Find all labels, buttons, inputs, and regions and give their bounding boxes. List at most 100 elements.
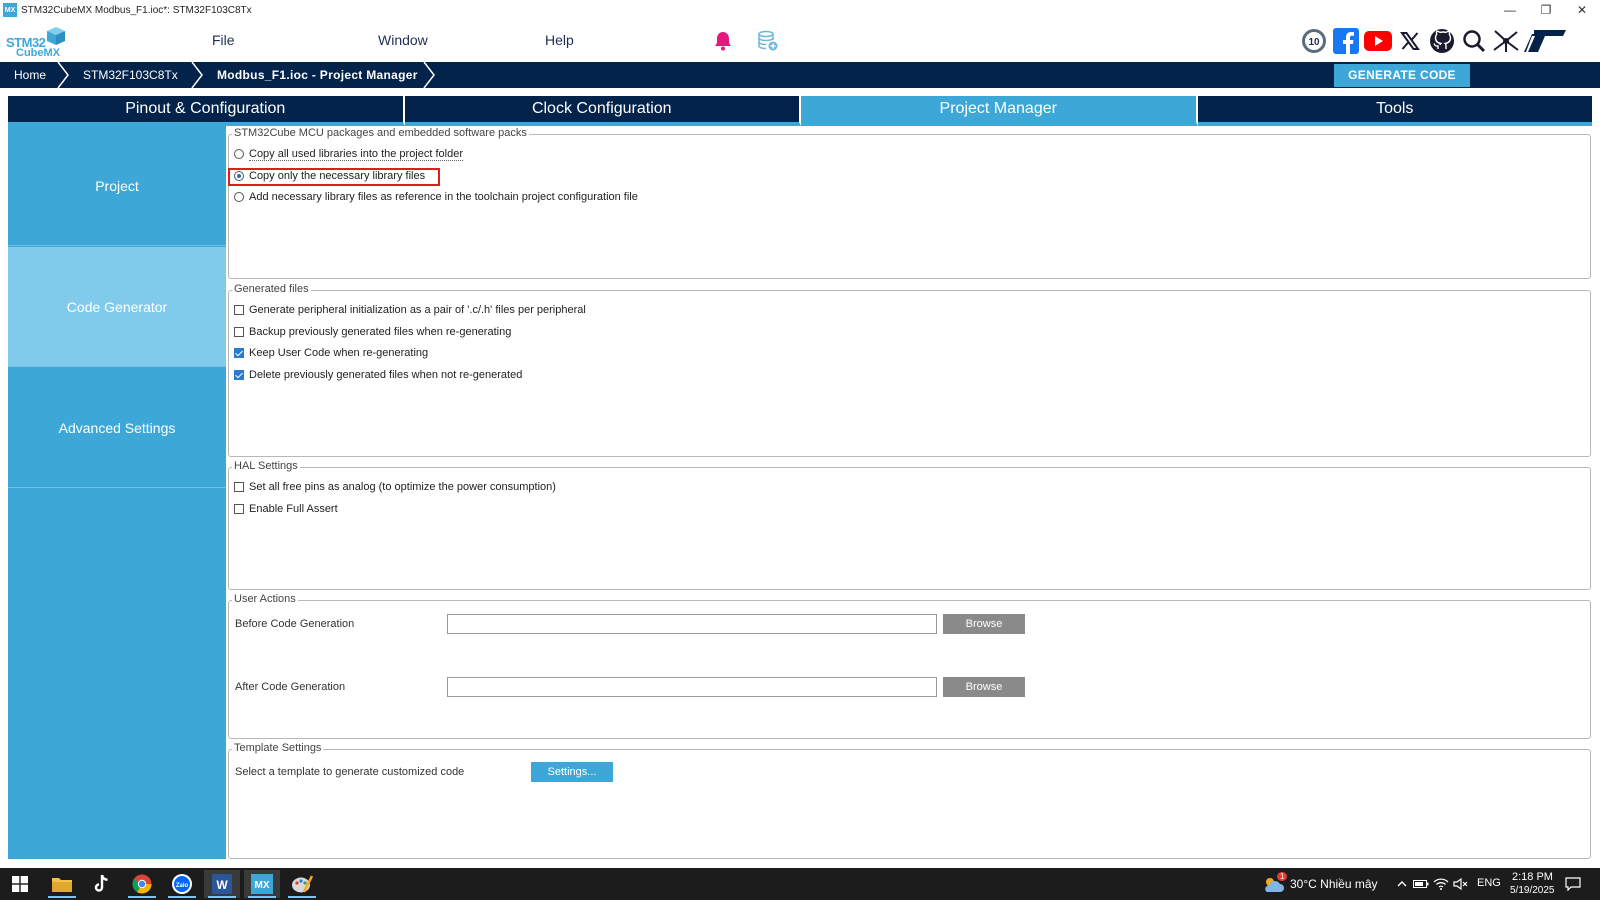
minimize-button[interactable]: — <box>1492 0 1528 20</box>
restore-button[interactable]: ❐ <box>1528 0 1564 20</box>
checkbox[interactable] <box>234 482 244 492</box>
generate-code-button[interactable]: GENERATE CODE <box>1334 64 1470 87</box>
breadcrumb-home[interactable]: Home <box>14 62 46 88</box>
notification-center-icon[interactable] <box>1560 870 1586 898</box>
menu-window[interactable]: Window <box>378 32 428 48</box>
tiktok-icon[interactable] <box>84 870 120 898</box>
stm32cubemx-window: MX STM32CubeMX Modbus_F1.ioc*: STM32F103… <box>0 0 1600 900</box>
sidenav-item-label: Project <box>95 177 139 194</box>
checkbox-backup-generated-files[interactable]: Backup previously generated files when r… <box>234 324 511 340</box>
chevron-right-icon <box>57 62 69 88</box>
zalo-label: Zalo <box>176 883 189 889</box>
radio-add-as-reference[interactable]: Add necessary library files as reference… <box>234 189 638 205</box>
chrome-icon[interactable] <box>124 870 160 898</box>
option-label: Delete previously generated files when n… <box>249 369 523 381</box>
close-button[interactable]: ✕ <box>1564 0 1600 20</box>
checkbox-delete-not-regenerated[interactable]: Delete previously generated files when n… <box>234 367 522 383</box>
word-label: W <box>216 878 228 892</box>
checkbox-keep-user-code[interactable]: Keep User Code when re-generating <box>234 345 428 361</box>
database-icon[interactable] <box>754 27 782 55</box>
zalo-icon[interactable]: Zalo <box>164 870 200 898</box>
checkbox-free-pins-analog[interactable]: Set all free pins as analog (to optimize… <box>234 479 556 495</box>
wifi-icon[interactable] <box>1432 870 1450 898</box>
highlight-annotation <box>228 168 440 186</box>
checkbox-enable-full-assert[interactable]: Enable Full Assert <box>234 501 338 517</box>
radio-button[interactable] <box>234 149 244 159</box>
search-community-icon[interactable] <box>1460 27 1488 55</box>
clock-time[interactable]: 2:18 PM <box>1512 871 1553 883</box>
template-settings-button[interactable]: Settings... <box>531 762 613 782</box>
template-label: Select a template to generate customized… <box>235 766 465 778</box>
breadcrumb-device[interactable]: STM32F103C8Tx <box>83 62 178 88</box>
option-label: Enable Full Assert <box>249 503 338 515</box>
sidenav-item-project[interactable]: Project <box>8 126 226 246</box>
menu-bar: STM32 CubeMX File Window Help 10 <box>0 20 1600 62</box>
generated-files-group: Generated files Generate peripheral init… <box>228 283 1591 457</box>
window-title: STM32CubeMX Modbus_F1.ioc*: STM32F103C8T… <box>21 4 252 16</box>
option-label: Add necessary library files as reference… <box>249 191 638 203</box>
after-code-generation-label: After Code Generation <box>235 681 346 693</box>
windows-taskbar: Zalo W MX 1 30°C Nhiều mây ENG 2:18 PM 5… <box>0 868 1600 900</box>
group-title: STM32Cube MCU packages and embedded soft… <box>232 127 529 139</box>
sidenav-item-code-generator[interactable]: Code Generator <box>8 247 226 367</box>
checkbox[interactable] <box>234 370 244 380</box>
user-actions-group: User Actions Before Code Generation Brow… <box>228 593 1591 739</box>
word-icon[interactable]: W <box>204 870 240 898</box>
browse-before-button[interactable]: Browse <box>943 614 1025 634</box>
main-tabs: Pinout & Configuration Clock Configurati… <box>8 96 1592 126</box>
radio-copy-all-libraries[interactable]: Copy all used libraries into the project… <box>234 146 464 162</box>
option-label: Generate peripheral initialization as a … <box>249 304 586 316</box>
github-icon[interactable] <box>1428 27 1456 55</box>
sidenav-item-advanced-settings[interactable]: Advanced Settings <box>8 368 226 488</box>
breadcrumb-current: Modbus_F1.ioc - Project Manager <box>217 68 418 82</box>
template-settings-group: Template Settings Select a template to g… <box>228 742 1591 859</box>
tab-clock-configuration[interactable]: Clock Configuration <box>404 96 801 126</box>
mx-label: MX <box>255 880 270 891</box>
st-logo-icon[interactable] <box>1524 27 1568 55</box>
before-code-generation-label: Before Code Generation <box>235 618 355 630</box>
svg-text:10: 10 <box>1308 37 1320 48</box>
group-title: HAL Settings <box>232 460 300 472</box>
group-title: Template Settings <box>232 742 324 754</box>
bell-icon[interactable] <box>709 27 737 55</box>
browse-after-button[interactable]: Browse <box>943 677 1025 697</box>
anniversary-badge-icon[interactable]: 10 <box>1300 27 1328 55</box>
group-title: User Actions <box>232 593 298 605</box>
file-explorer-icon[interactable] <box>44 870 80 898</box>
menu-help[interactable]: Help <box>545 32 574 48</box>
stm32cubemx-logo: STM32 CubeMX <box>6 25 68 59</box>
battery-icon[interactable] <box>1412 870 1430 898</box>
radio-button[interactable] <box>234 192 244 202</box>
checkbox[interactable] <box>234 504 244 514</box>
language-indicator[interactable]: ENG <box>1477 877 1501 889</box>
weather-text[interactable]: 30°C Nhiều mây <box>1290 877 1378 891</box>
tab-project-manager[interactable]: Project Manager <box>801 96 1198 126</box>
checkbox-pair-files-per-peripheral[interactable]: Generate peripheral initialization as a … <box>234 302 586 318</box>
clock-date[interactable]: 5/19/2025 <box>1510 885 1555 896</box>
youtube-icon[interactable] <box>1364 27 1392 55</box>
chevron-up-icon[interactable] <box>1394 870 1410 898</box>
x-twitter-icon[interactable] <box>1396 27 1424 55</box>
speaker-muted-icon[interactable] <box>1452 870 1470 898</box>
network-share-icon[interactable] <box>1492 27 1520 55</box>
menu-file[interactable]: File <box>212 32 235 48</box>
facebook-icon[interactable] <box>1332 27 1360 55</box>
after-code-generation-input[interactable] <box>447 677 937 697</box>
tab-pinout-configuration[interactable]: Pinout & Configuration <box>8 96 405 126</box>
paint-app-icon[interactable] <box>284 870 320 898</box>
windows-start-icon[interactable] <box>2 870 38 898</box>
packages-group: STM32Cube MCU packages and embedded soft… <box>228 127 1591 279</box>
cube-icon <box>47 27 65 45</box>
stm32cubemx-taskbar-icon[interactable]: MX <box>244 870 280 898</box>
chevron-right-icon <box>423 62 435 88</box>
checkbox[interactable] <box>234 348 244 358</box>
option-label: Copy all used libraries into the project… <box>249 147 464 161</box>
checkbox[interactable] <box>234 327 244 337</box>
tab-tools[interactable]: Tools <box>1197 96 1592 126</box>
option-label: Backup previously generated files when r… <box>249 326 512 338</box>
checkbox[interactable] <box>234 305 244 315</box>
before-code-generation-input[interactable] <box>447 614 937 634</box>
logo-line2: CubeMX <box>16 47 60 59</box>
sidenav-item-label: Code Generator <box>66 298 168 315</box>
option-label: Set all free pins as analog (to optimize… <box>249 481 556 493</box>
